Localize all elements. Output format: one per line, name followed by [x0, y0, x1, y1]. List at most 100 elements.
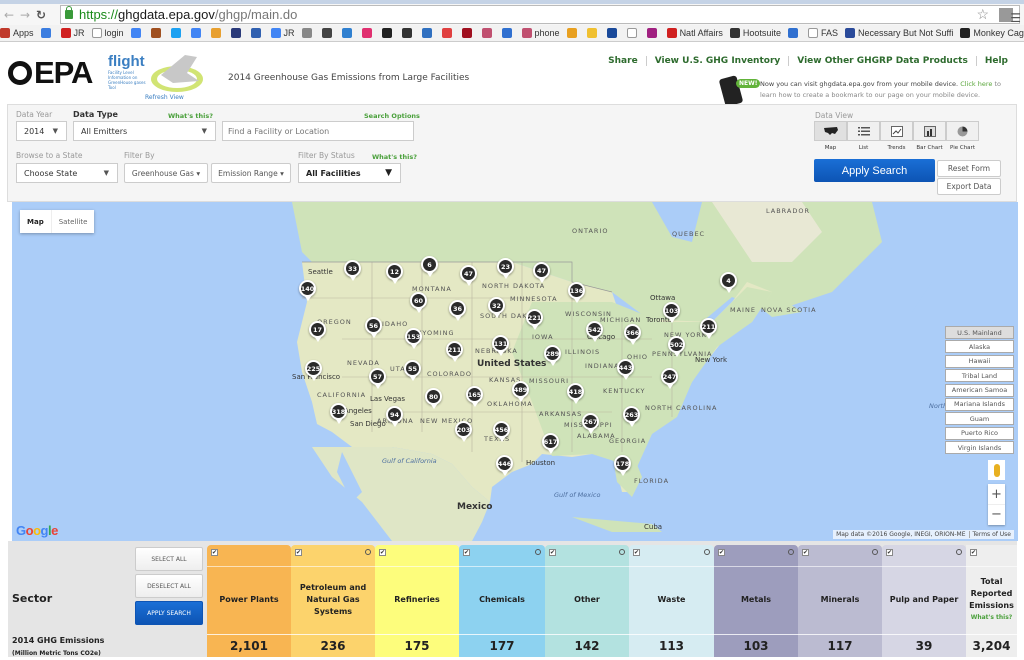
total-whats-this-link[interactable]: What's this?	[969, 612, 1014, 624]
facility-cluster-marker[interactable]: 289	[544, 345, 561, 367]
bookmark-item[interactable]	[210, 28, 224, 38]
sector-column[interactable]: ✔ Minerals 117	[798, 545, 882, 657]
bookmark-item[interactable]	[130, 28, 144, 38]
facility-cluster-marker[interactable]: 56	[365, 317, 382, 339]
bookmark-item[interactable]	[401, 28, 415, 38]
terms-of-use-link[interactable]: Terms of Use	[968, 531, 1011, 538]
sector-checkbox[interactable]: ✔	[718, 549, 725, 556]
bookmark-item[interactable]	[341, 28, 355, 38]
bookmark-item[interactable]	[40, 28, 54, 38]
share-link[interactable]: Share	[600, 56, 646, 66]
info-circle-icon[interactable]	[872, 549, 878, 555]
bookmark-item[interactable]: Apps	[0, 28, 34, 38]
facility-cluster-marker[interactable]: 178	[614, 455, 631, 477]
region-button[interactable]: Guam	[945, 412, 1014, 426]
state-select[interactable]: Choose State ▼	[16, 163, 118, 183]
sector-column[interactable]: ✔ Petroleum and Natural Gas Systems 236	[291, 545, 375, 657]
facility-cluster-marker[interactable]: 12	[386, 263, 403, 285]
bookmark-item[interactable]	[361, 28, 375, 38]
menu-icon[interactable]: ☰	[1010, 11, 1021, 25]
sector-checkbox[interactable]: ✔	[970, 549, 977, 556]
facility-cluster-marker[interactable]: 36	[449, 300, 466, 322]
bookmark-star-icon[interactable]: ☆	[976, 6, 989, 23]
facility-cluster-marker[interactable]: 32	[488, 297, 505, 319]
bookmark-item[interactable]	[321, 28, 335, 38]
view-list-button[interactable]	[847, 121, 880, 141]
greenhouse-gas-filter-button[interactable]: Greenhouse Gas ▾	[124, 163, 208, 183]
status-select[interactable]: All Facilities ▼	[298, 163, 401, 183]
sector-column[interactable]: ✔ Other 142	[545, 545, 629, 657]
sector-checkbox[interactable]: ✔	[379, 549, 386, 556]
sector-checkbox[interactable]: ✔	[633, 549, 640, 556]
data-year-select[interactable]: 2014 ▼	[16, 121, 67, 141]
find-facility-input[interactable]	[222, 121, 414, 141]
status-whats-this-link[interactable]: What's this?	[372, 153, 417, 161]
facility-cluster-marker[interactable]: 140	[299, 280, 316, 302]
facility-cluster-marker[interactable]: 247	[661, 368, 678, 390]
emission-range-filter-button[interactable]: Emission Range ▾	[211, 163, 291, 183]
deselect-all-button[interactable]: DESELECT ALL	[135, 574, 203, 598]
search-options-link[interactable]: Search Options	[364, 112, 420, 120]
view-pie-chart-button[interactable]	[946, 121, 979, 141]
facility-cluster-marker[interactable]: 211	[446, 341, 463, 363]
street-view-pegman-icon[interactable]	[988, 460, 1005, 480]
facility-cluster-marker[interactable]: 502	[668, 336, 685, 358]
facility-cluster-marker[interactable]: 6	[421, 256, 438, 278]
view-bar-chart-button[interactable]	[913, 121, 946, 141]
info-circle-icon[interactable]	[619, 549, 625, 555]
facility-cluster-marker[interactable]: 60	[410, 292, 427, 314]
bookmark-item[interactable]	[481, 28, 495, 38]
facility-cluster-marker[interactable]: 136	[568, 282, 585, 304]
region-button[interactable]: Hawaii	[945, 354, 1014, 368]
facility-cluster-marker[interactable]: 443	[617, 359, 634, 381]
bookmark-item[interactable]	[626, 28, 640, 38]
sector-checkbox[interactable]: ✔	[802, 549, 809, 556]
region-button[interactable]: Alaska	[945, 340, 1014, 354]
bookmark-item[interactable]	[250, 28, 264, 38]
bookmark-item[interactable]: FAS	[807, 28, 838, 38]
sector-column[interactable]: ✔ Refineries 175	[375, 545, 459, 657]
bookmark-item[interactable]: Hootsuite	[729, 28, 781, 38]
bookmark-item[interactable]	[301, 28, 315, 38]
data-type-select[interactable]: All Emitters ▼	[73, 121, 216, 141]
facility-cluster-marker[interactable]: 489	[512, 381, 529, 403]
bookmark-item[interactable]	[170, 28, 184, 38]
facility-cluster-marker[interactable]: 47	[533, 262, 550, 284]
bookmark-item[interactable]	[787, 28, 801, 38]
bookmark-item[interactable]	[230, 28, 244, 38]
sector-column[interactable]: ✔ Chemicals 177	[459, 545, 545, 657]
bookmark-item[interactable]: Monkey Cage - The Wa	[960, 28, 1024, 38]
sector-checkbox[interactable]: ✔	[211, 549, 218, 556]
facility-cluster-marker[interactable]: 366	[624, 324, 641, 346]
sector-apply-search-button[interactable]: APPLY SEARCH	[135, 601, 203, 625]
sector-checkbox[interactable]: ✔	[549, 549, 556, 556]
zoom-out-button[interactable]: −	[988, 504, 1005, 524]
sector-checkbox[interactable]: ✔	[463, 549, 470, 556]
bookmark-item[interactable]	[566, 28, 580, 38]
facility-cluster-marker[interactable]: 542	[586, 321, 603, 343]
bookmark-item[interactable]: JR	[60, 28, 85, 38]
zoom-in-button[interactable]: +	[988, 484, 1005, 504]
facility-cluster-marker[interactable]: 55	[404, 360, 421, 382]
facility-cluster-marker[interactable]: 203	[455, 421, 472, 443]
ghg-inventory-link[interactable]: View U.S. GHG Inventory	[645, 56, 789, 66]
bookmark-item[interactable]	[461, 28, 475, 38]
info-circle-icon[interactable]	[365, 549, 371, 555]
refresh-view-link[interactable]: Refresh View	[145, 94, 184, 101]
info-circle-icon[interactable]	[956, 549, 962, 555]
bookmark-item[interactable]	[441, 28, 455, 38]
region-button[interactable]: Puerto Rico	[945, 426, 1014, 440]
region-button[interactable]: Tribal Land	[945, 369, 1014, 383]
sector-checkbox[interactable]: ✔	[295, 549, 302, 556]
sector-column[interactable]: ✔ Pulp and Paper 39	[882, 545, 966, 657]
bookmark-item[interactable]: phone	[521, 28, 560, 38]
facility-cluster-marker[interactable]: 418	[567, 383, 584, 405]
bookmark-item[interactable]: login	[91, 28, 124, 38]
facility-cluster-marker[interactable]: 153	[405, 328, 422, 350]
view-map-button[interactable]	[814, 121, 847, 141]
bookmark-item[interactable]: JR	[270, 28, 295, 38]
facility-cluster-marker[interactable]: 263	[623, 406, 640, 428]
bookmark-item[interactable]	[646, 28, 660, 38]
facility-cluster-marker[interactable]: 131	[492, 335, 509, 357]
bookmark-item[interactable]	[586, 28, 600, 38]
